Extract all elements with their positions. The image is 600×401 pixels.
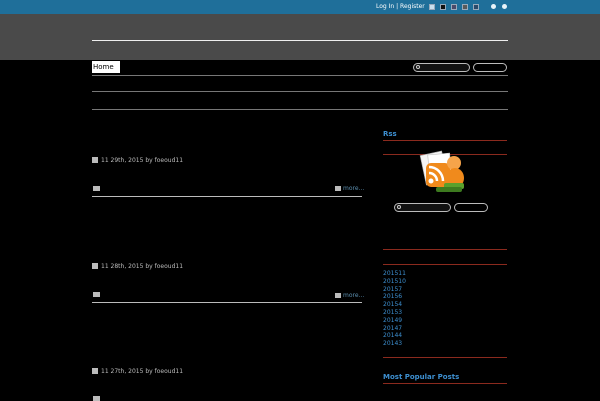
post-date: 11 28th, 2015 xyxy=(101,263,144,270)
more-icon xyxy=(335,293,341,298)
sidebar-rule xyxy=(383,249,507,250)
search-button[interactable] xyxy=(473,63,507,72)
site-header xyxy=(0,14,600,60)
sidebar-rule xyxy=(383,383,507,384)
swatch-gray[interactable] xyxy=(462,4,468,10)
top-bar xyxy=(0,0,600,14)
swatch-navy[interactable] xyxy=(473,4,479,10)
sidebar-rule xyxy=(383,264,507,265)
more-link[interactable]: more... xyxy=(335,185,364,192)
post-author[interactable]: foeoud11 xyxy=(155,368,183,375)
more-icon xyxy=(335,186,341,191)
archive-link[interactable]: 20144 xyxy=(383,332,406,340)
post-by: by xyxy=(145,157,153,164)
comment-icon xyxy=(93,292,100,297)
sidebar-search-button[interactable] xyxy=(454,203,488,212)
calendar-icon xyxy=(92,368,98,374)
post-meta: 11 27th, 2015 by foeoud11 xyxy=(92,368,183,375)
more-label: more... xyxy=(343,185,365,192)
archive-link[interactable]: 20156 xyxy=(383,293,406,301)
comment-icon xyxy=(93,396,100,401)
calendar-icon xyxy=(92,263,98,269)
account-links: Log In | Register xyxy=(376,3,425,10)
most-popular-title: Most Popular Posts xyxy=(383,373,460,381)
search-input[interactable] xyxy=(413,63,470,72)
archive-link[interactable]: 20143 xyxy=(383,340,406,348)
archive-list: 201511 201510 20157 20156 20154 20153 20… xyxy=(383,270,406,348)
swatch-purple[interactable] xyxy=(451,4,457,10)
archive-link[interactable]: 20154 xyxy=(383,301,406,309)
nav-home-tab[interactable]: Home xyxy=(92,61,120,73)
archive-link[interactable]: 201510 xyxy=(383,278,406,286)
calendar-icon xyxy=(92,157,98,163)
archive-link[interactable]: 20153 xyxy=(383,309,406,317)
nav-underline xyxy=(92,75,508,76)
swatch-black[interactable] xyxy=(440,4,446,10)
post-author[interactable]: foeoud11 xyxy=(155,263,183,270)
post-by: by xyxy=(145,263,153,270)
increase-font-icon[interactable] xyxy=(502,4,507,9)
post-date: 11 27th, 2015 xyxy=(101,368,144,375)
search-icon xyxy=(416,65,420,69)
sidebar-rule xyxy=(383,357,507,358)
post-meta: 11 28th, 2015 by foeoud11 xyxy=(92,263,183,270)
divider xyxy=(92,91,508,92)
sidebar-rule xyxy=(383,140,507,141)
post-divider xyxy=(92,196,362,197)
swatch-light-blue[interactable] xyxy=(429,4,435,10)
divider xyxy=(92,109,508,110)
color-theme-swatches xyxy=(429,4,479,10)
post-date: 11 29th, 2015 xyxy=(101,157,144,164)
rss-feed-icon[interactable] xyxy=(418,145,470,197)
post-divider xyxy=(92,302,362,303)
rss-title: Rss xyxy=(383,130,397,138)
decrease-font-icon[interactable] xyxy=(491,4,496,9)
login-link[interactable]: Log In xyxy=(376,3,394,10)
post-author[interactable]: foeoud11 xyxy=(155,157,183,164)
sidebar-search-input[interactable] xyxy=(394,203,451,212)
post-by: by xyxy=(145,368,153,375)
archive-link[interactable]: 201511 xyxy=(383,270,406,278)
comment-icon xyxy=(93,186,100,191)
search-icon xyxy=(397,205,401,209)
more-link[interactable]: more... xyxy=(335,292,364,299)
archive-link[interactable]: 20149 xyxy=(383,317,406,325)
post-meta: 11 29th, 2015 by foeoud11 xyxy=(92,157,183,164)
header-divider xyxy=(92,40,508,41)
archive-link[interactable]: 20147 xyxy=(383,325,406,333)
archive-link[interactable]: 20157 xyxy=(383,286,406,294)
register-link[interactable]: Register xyxy=(400,3,425,10)
more-label: more... xyxy=(343,292,365,299)
